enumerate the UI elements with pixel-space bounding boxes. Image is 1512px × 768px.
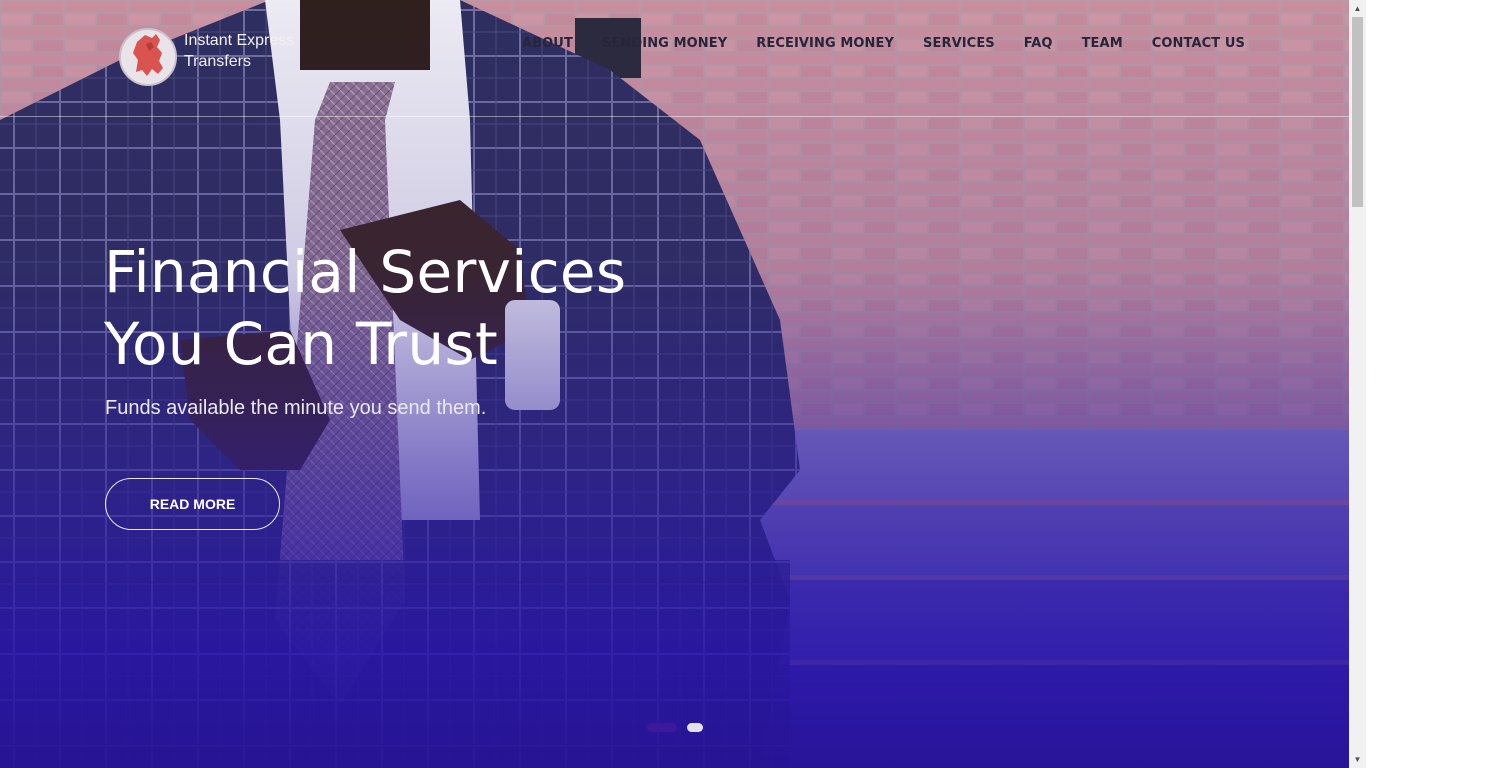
scroll-up-arrow-icon[interactable]: ▲ — [1349, 0, 1366, 17]
hero-title: Financial Services You Can Trust — [104, 236, 626, 380]
site-header: Instant Express Transfers ABOUT SENDING … — [0, 0, 1349, 117]
nav-item-faq[interactable]: FAQ — [1024, 36, 1053, 51]
page-scrollbar[interactable]: ▲ ▼ — [1349, 0, 1366, 768]
nav-item-receiving-money[interactable]: RECEIVING MONEY — [756, 36, 894, 51]
brand-name-line1: Instant Express — [184, 32, 295, 49]
brand-name-line2: Transfers — [184, 53, 251, 70]
hero-subtitle: Funds available the minute you send them… — [105, 397, 487, 419]
nav-item-team[interactable]: TEAM — [1082, 36, 1123, 51]
carousel-pagination — [647, 723, 703, 732]
scroll-down-arrow-icon[interactable]: ▼ — [1349, 751, 1366, 768]
nav-item-about[interactable]: ABOUT — [522, 36, 573, 51]
carousel-dot-2[interactable] — [687, 723, 703, 732]
nav-item-contact-us[interactable]: CONTACT US — [1152, 36, 1245, 51]
hero-banner: Instant Express Transfers ABOUT SENDING … — [0, 0, 1349, 768]
brand-logo[interactable]: Instant Express Transfers — [118, 20, 298, 90]
hero-title-line2: You Can Trust — [104, 310, 499, 378]
read-more-button[interactable]: READ MORE — [105, 478, 280, 530]
brand-name: Instant Express Transfers — [184, 30, 294, 72]
red-lion-crest-icon — [119, 28, 177, 86]
carousel-dot-1[interactable] — [647, 723, 677, 732]
hero-title-line1: Financial Services — [104, 238, 627, 306]
blank-area — [1366, 0, 1512, 768]
scrollbar-thumb[interactable] — [1352, 17, 1363, 207]
nav-item-services[interactable]: SERVICES — [923, 36, 995, 51]
browser-viewport: Instant Express Transfers ABOUT SENDING … — [0, 0, 1366, 768]
nav-item-sending-money[interactable]: SENDING MONEY — [602, 36, 727, 51]
main-navigation: ABOUT SENDING MONEY RECEIVING MONEY SERV… — [493, 36, 1245, 51]
